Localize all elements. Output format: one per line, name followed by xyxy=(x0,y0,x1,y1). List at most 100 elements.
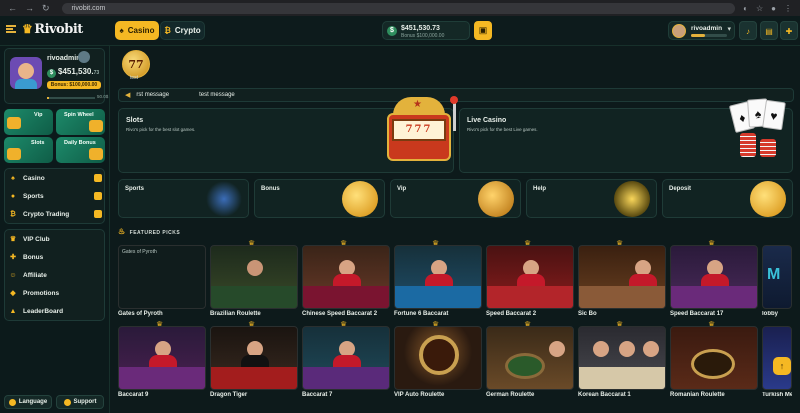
quick-vip[interactable]: Vip xyxy=(4,109,53,135)
avatar[interactable] xyxy=(10,57,42,89)
user-menu[interactable]: rivoadmin ▾ xyxy=(668,21,735,40)
quick-spin-wheel[interactable]: Spin Wheel xyxy=(56,109,105,135)
gift-icon xyxy=(89,148,103,160)
browser-chrome: ← → ↻ rivobit.com ◐ ☆ ● ⋮ xyxy=(0,0,800,16)
menu-icon[interactable]: ⋮ xyxy=(784,4,792,13)
trophy-icon: ▲ xyxy=(9,307,17,315)
lamp-icon xyxy=(614,181,650,217)
slot-machine-icon: 777 xyxy=(383,96,458,169)
forward-icon[interactable]: → xyxy=(25,3,34,14)
dollar-icon: $ xyxy=(47,69,56,78)
lobby-logo-icon: M xyxy=(767,266,781,283)
profile-bonus: Bonus: $100,000.00 xyxy=(47,81,101,89)
users-icon: ☺ xyxy=(9,271,17,279)
user-level-bar xyxy=(691,34,727,37)
main-content: 77 test ◀ rst message test message Slots… xyxy=(110,46,800,413)
toggle-icon xyxy=(94,192,102,200)
sidebar-item-promotions[interactable]: ◆ Promotions xyxy=(4,285,105,301)
support-button[interactable]: Support xyxy=(56,395,104,409)
balance-pill[interactable]: $ $451,530.73 Bonus $100,000.00 xyxy=(382,21,470,40)
toggle-icon xyxy=(94,210,102,218)
chat-button[interactable]: ▤ xyxy=(760,21,778,40)
headset-icon xyxy=(63,398,71,406)
story-label: test xyxy=(130,75,139,81)
game-thumbnail: M xyxy=(762,245,792,309)
globe-icon xyxy=(8,398,16,406)
sidebar: rivoadmin $ $451,530.73 Bonus: $100,000.0… xyxy=(0,46,110,413)
game-thumbnail xyxy=(302,326,390,390)
star-icon[interactable]: ☆ xyxy=(756,4,763,13)
category-sports[interactable]: Sports xyxy=(118,179,249,218)
address-bar[interactable]: rivobit.com xyxy=(61,2,736,14)
gift-icon: ✚ xyxy=(785,27,793,36)
game-thumbnail: Gates of Pyroth xyxy=(118,245,206,309)
hamburger-icon[interactable] xyxy=(6,25,16,33)
story-777[interactable]: 77 xyxy=(122,50,150,78)
gift-button[interactable]: ✚ xyxy=(780,21,798,40)
playing-cards-icon: ♦ ♠ ♥ xyxy=(728,95,800,171)
sidebar-item-crypto-trading[interactable]: ₿ Crypto Trading xyxy=(4,206,105,222)
extension-icon[interactable]: ◐ xyxy=(743,4,748,13)
sidebar-item-leaderboard[interactable]: ▲ LeaderBoard xyxy=(4,303,105,319)
game-thumbnail xyxy=(302,245,390,309)
quick-daily-bonus[interactable]: Daily Bonus xyxy=(56,137,105,163)
dollar-icon: $ xyxy=(387,26,397,36)
arrow-up-icon: ↑ xyxy=(779,361,785,371)
slots-banner[interactable]: Slots Rivo's pick for the best slot game… xyxy=(118,96,458,173)
bitcoin-icon: ₿ xyxy=(10,210,16,218)
bell-icon: ♪ xyxy=(746,27,750,36)
scroll-up-button[interactable]: ↑ xyxy=(773,357,791,375)
logo[interactable]: ♛ Rivobit xyxy=(22,22,83,37)
sidebar-item-affiliate[interactable]: ☺ Affiliate xyxy=(4,267,105,283)
wallet-button[interactable]: ▣ xyxy=(474,21,492,40)
notification-button[interactable]: ♪ xyxy=(739,21,757,40)
balance-bonus: Bonus $100,000.00 xyxy=(401,33,445,39)
crown-icon: ♛ xyxy=(22,22,33,36)
game-thumbnail xyxy=(578,326,666,390)
game-thumbnail xyxy=(210,245,298,309)
profile-icon[interactable]: ● xyxy=(771,4,776,13)
fire-icon: ♨ xyxy=(118,227,126,236)
toggle-icon xyxy=(94,174,102,182)
game-thumbnail xyxy=(670,326,758,390)
category-help[interactable]: Help xyxy=(526,179,657,218)
reload-icon[interactable]: ↻ xyxy=(42,3,50,14)
wheel-icon xyxy=(89,120,103,132)
game-thumbnail xyxy=(578,245,666,309)
crown-icon xyxy=(7,117,21,129)
back-icon[interactable]: ← xyxy=(8,3,17,14)
live-casino-banner[interactable]: Live Casino Rivo's pick for the best Liv… xyxy=(459,98,793,173)
tab-casino[interactable]: ♠ Casino xyxy=(115,21,159,40)
header-username: rivoadmin xyxy=(691,25,723,32)
progress-bar xyxy=(47,97,95,99)
language-button[interactable]: Language xyxy=(4,395,52,409)
category-deposit[interactable]: Deposit xyxy=(662,179,793,218)
gift-icon: ✚ xyxy=(10,254,16,261)
cards-icon: ♠ xyxy=(119,26,124,35)
sidebar-item-casino[interactable]: ♠ Casino xyxy=(4,170,105,186)
sidebar-item-vip-club[interactable]: ♛ VIP Club xyxy=(4,231,105,247)
category-vip[interactable]: Vip xyxy=(390,179,521,218)
tab-crypto[interactable]: ₿ Crypto xyxy=(160,21,205,40)
profile-username: rivoadmin xyxy=(47,55,81,62)
ticker-message: test message xyxy=(199,92,235,98)
sidebar-item-sports[interactable]: ● Sports xyxy=(4,188,105,204)
progress-label: 50.0$ xyxy=(97,94,109,99)
category-bonus[interactable]: Bonus xyxy=(254,179,385,218)
chevron-down-icon: ▾ xyxy=(727,26,731,33)
game-thumbnail xyxy=(210,326,298,390)
game-thumbnail xyxy=(394,245,482,309)
megaphone-icon: ◆ xyxy=(10,290,16,297)
soccer-player-icon xyxy=(206,181,242,217)
megaphone-icon: ◀ xyxy=(125,92,131,99)
game-thumbnail xyxy=(118,326,206,390)
avatar xyxy=(672,24,686,38)
ticker-message: rst message xyxy=(136,92,170,98)
chat-icon: ▤ xyxy=(765,27,773,36)
game-thumbnail xyxy=(486,326,574,390)
wallet-icon: ▣ xyxy=(478,25,488,35)
game-thumbnail xyxy=(670,245,758,309)
sidebar-item-bonus[interactable]: ✚ Bonus xyxy=(4,249,105,265)
quick-slots[interactable]: Slots xyxy=(4,137,53,163)
game-thumbnail xyxy=(486,245,574,309)
